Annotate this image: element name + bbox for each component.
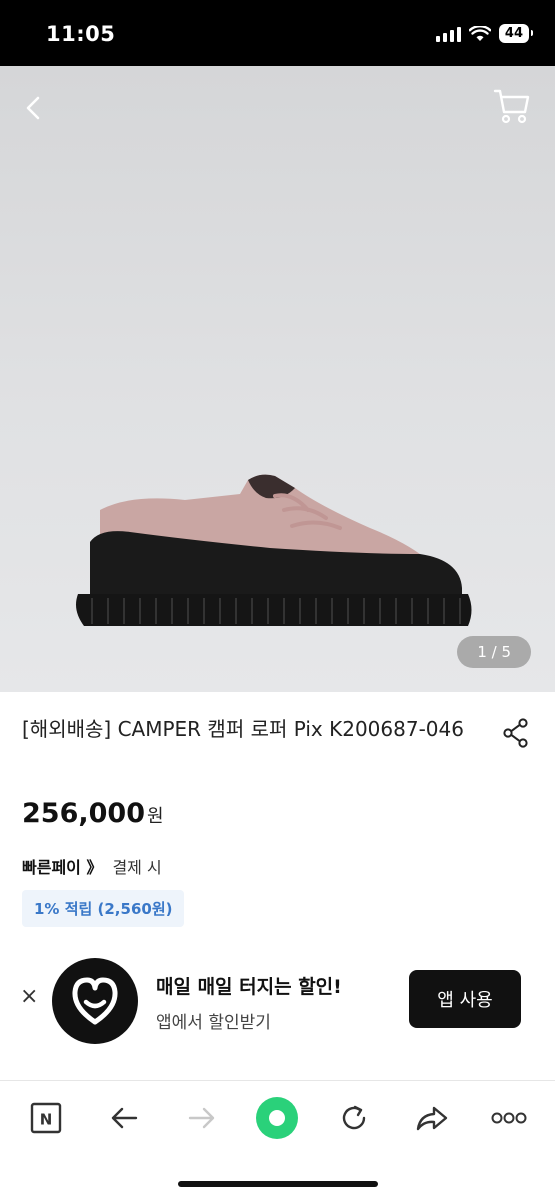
wifi-icon [468, 25, 491, 41]
share-icon [503, 718, 528, 748]
browser-forward-button[interactable] [180, 1096, 224, 1140]
pay-info-row: 빠른페이 》 결제 시 [22, 854, 162, 878]
share-arrow-icon [416, 1106, 448, 1131]
cart-button[interactable] [493, 86, 531, 126]
cart-icon [493, 89, 530, 124]
product-title: [해외배송] CAMPER 캠퍼 로퍼 Pix K200687-046 [22, 717, 464, 741]
status-time: 11:05 [46, 22, 116, 46]
product-price: 256,000 [22, 798, 145, 829]
heart-b-logo-icon [72, 977, 118, 1025]
arrow-left-icon [111, 1107, 138, 1129]
bottom-divider [0, 1080, 555, 1081]
arrow-right-icon [188, 1107, 215, 1129]
svg-text:N: N [40, 1111, 53, 1129]
browser-back-button[interactable] [102, 1096, 146, 1140]
banner-close-button[interactable]: × [20, 984, 38, 1009]
more-button[interactable] [487, 1096, 531, 1140]
pay-brand: 빠른페이 》 [22, 858, 103, 877]
reward-badge: 1% 적립 (2,560원) [22, 890, 185, 927]
browser-bottom-bar: N [0, 1082, 555, 1154]
price-currency: 원 [146, 806, 164, 827]
pay-text: 결제 시 [112, 858, 162, 877]
green-dot-button[interactable] [255, 1096, 299, 1140]
use-app-button[interactable]: 앱 사용 [409, 970, 521, 1028]
app-logo [52, 958, 138, 1044]
naver-n-icon: N [30, 1102, 62, 1134]
banner-subtext: 앱에서 할인받기 [156, 1013, 271, 1033]
banner-headline: 매일 매일 터지는 할인! [156, 976, 342, 998]
reload-button[interactable] [332, 1096, 376, 1140]
image-page-indicator: 1 / 5 [457, 636, 531, 668]
back-button[interactable] [18, 88, 54, 128]
status-icons: 44 [435, 24, 534, 43]
naver-home-button[interactable]: N [24, 1096, 68, 1140]
product-image-carousel[interactable]: 1 / 5 [0, 66, 555, 692]
share-button[interactable] [501, 716, 531, 750]
home-indicator [178, 1181, 378, 1187]
green-dot-icon [256, 1097, 298, 1139]
more-icon [491, 1112, 527, 1124]
close-icon: × [20, 984, 39, 1009]
battery-indicator: 44 [498, 24, 534, 43]
status-bar: 11:05 44 [0, 0, 555, 66]
price-row: 256,000 원 [22, 798, 164, 829]
reload-icon [342, 1105, 366, 1130]
shoe-product-image [76, 474, 472, 626]
page-share-button[interactable] [410, 1096, 454, 1140]
signal-icon [435, 26, 461, 42]
back-icon [26, 96, 40, 120]
